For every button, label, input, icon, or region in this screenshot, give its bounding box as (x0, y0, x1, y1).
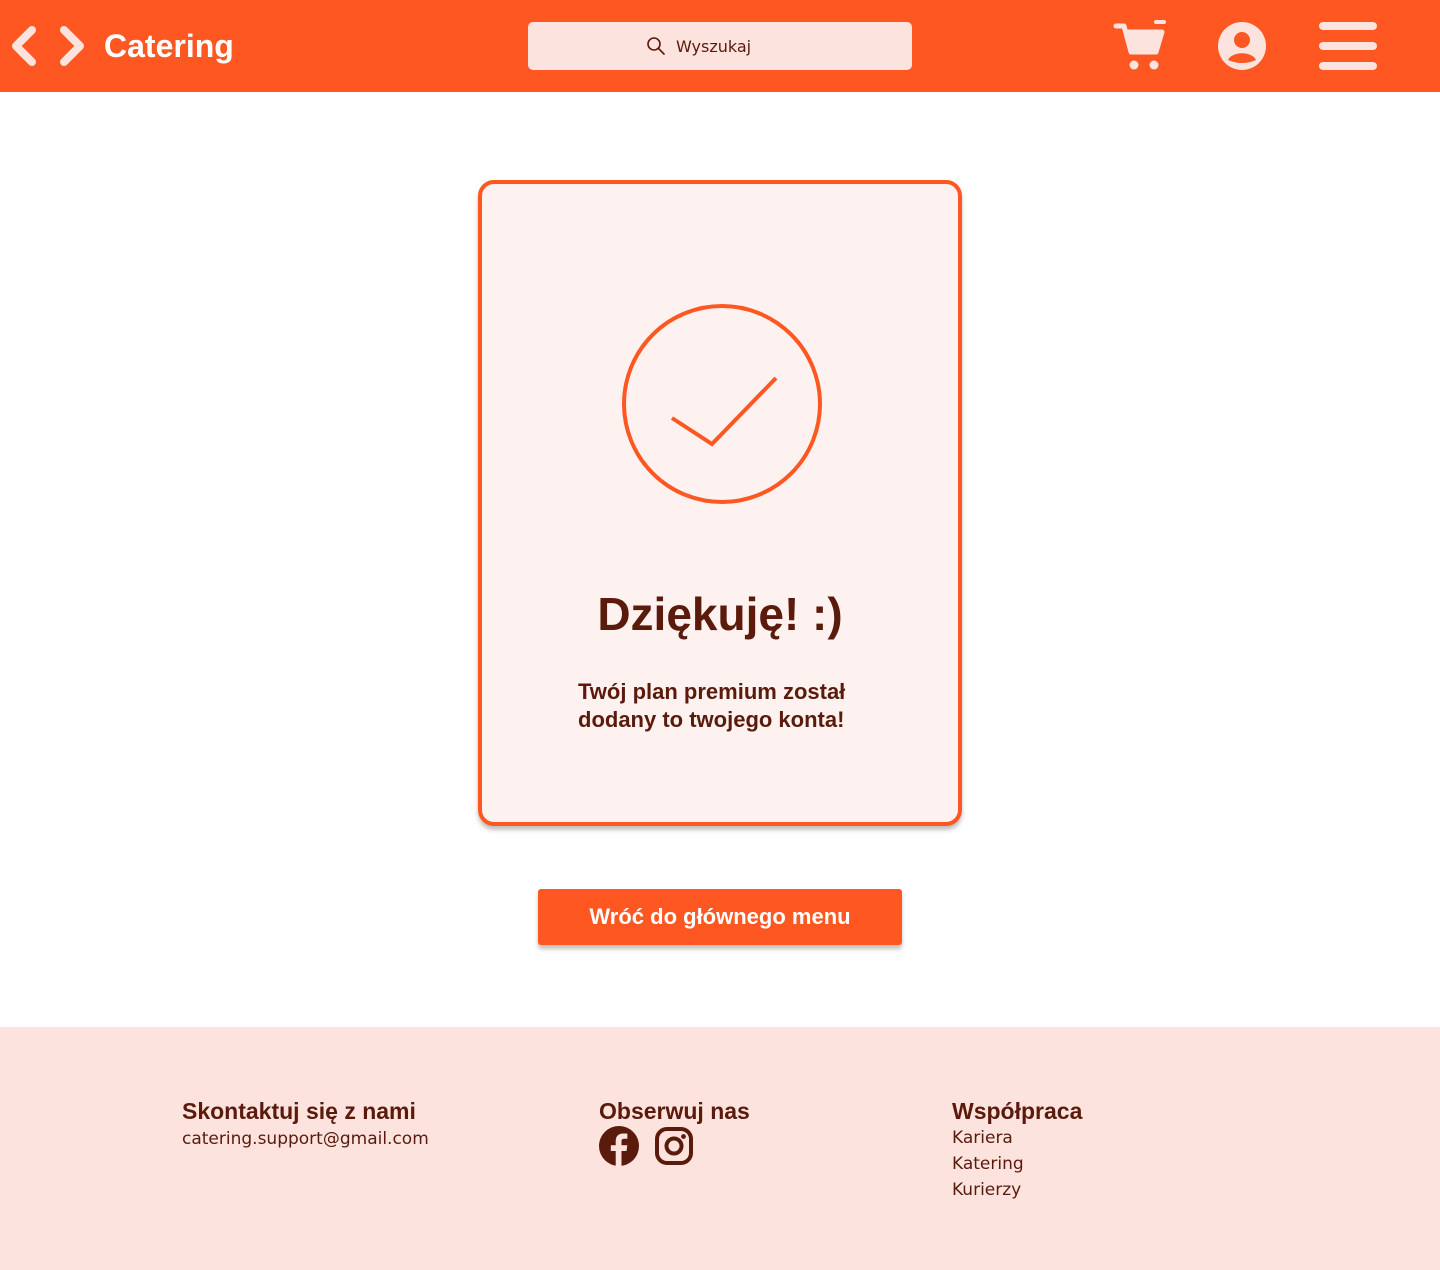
footer-cooperation-heading: Współpraca (952, 1098, 1083, 1124)
hamburger-menu-icon[interactable] (1318, 20, 1378, 72)
footer-link-kariera[interactable]: Kariera (952, 1125, 1013, 1151)
checkmark-circle-icon (620, 302, 824, 506)
footer-contact-heading: Skontaktuj się z nami (182, 1098, 416, 1124)
search-input[interactable] (676, 22, 896, 70)
back-to-main-menu-button[interactable]: Wróć do głównego menu (538, 889, 902, 945)
footer-follow-heading: Obserwuj nas (599, 1098, 750, 1124)
top-navigation-bar: Catering (0, 0, 1440, 92)
chevron-left-icon[interactable] (8, 24, 42, 68)
facebook-icon[interactable] (599, 1126, 639, 1166)
footer-contact-email[interactable]: catering.support@gmail.com (182, 1126, 429, 1152)
brand-logo-text[interactable]: Catering (104, 26, 234, 66)
search-icon (646, 36, 666, 56)
footer: Skontaktuj się z nami catering.support@g… (0, 1027, 1440, 1270)
confirmation-message: Twój plan premium został dodany to twoje… (578, 679, 846, 732)
footer-link-kurierzy[interactable]: Kurierzy (952, 1177, 1021, 1203)
search-bar[interactable] (528, 22, 912, 70)
confirmation-title: Dziękuję! :) (597, 588, 843, 640)
confirmation-card: Dziękuję! :) Twój plan premium został do… (478, 180, 962, 826)
instagram-icon[interactable] (654, 1126, 694, 1166)
footer-link-katering[interactable]: Katering (952, 1151, 1024, 1177)
user-icon[interactable] (1216, 20, 1268, 72)
cart-icon[interactable] (1112, 18, 1168, 74)
chevron-right-icon[interactable] (54, 24, 88, 68)
